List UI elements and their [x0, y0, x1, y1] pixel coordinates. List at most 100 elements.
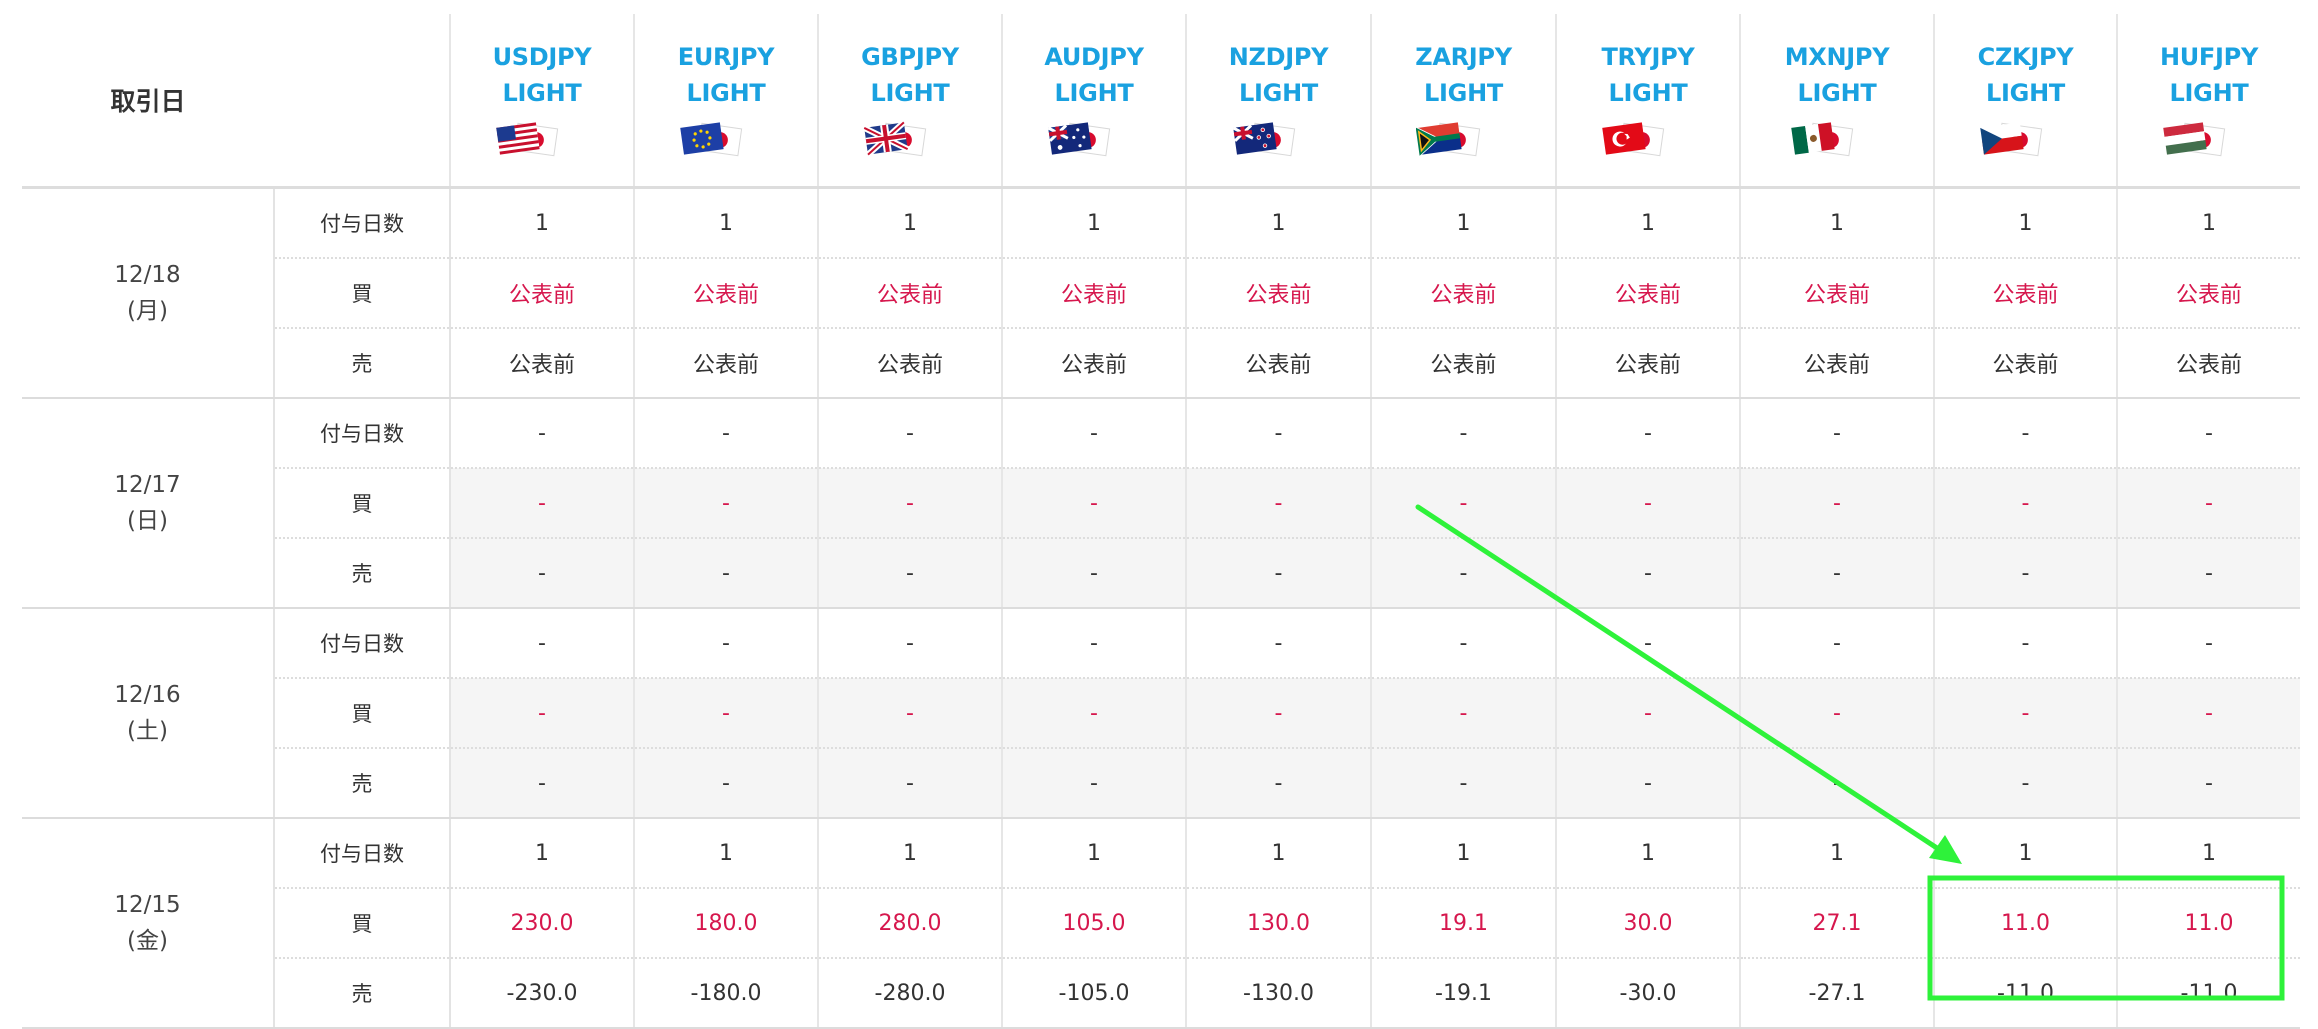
sell-value-cell: - — [1185, 538, 1371, 609]
buy-value-cell: - — [449, 678, 634, 749]
sell-value-cell: - — [633, 748, 818, 819]
days-label: 付与日数 — [274, 187, 451, 259]
pair-name-line2: LIGHT — [2169, 79, 2249, 107]
buy-value-cell: 180.0 — [633, 888, 818, 959]
buy-value-cell: 11.0 — [2116, 888, 2300, 959]
buy-label: 買 — [274, 678, 451, 749]
pair-name-line1: USDJPY — [492, 43, 592, 71]
days-value-cell: - — [1933, 398, 2117, 469]
buy-value-cell: 公表前 — [449, 258, 634, 329]
pair-name-line1: NZDJPY — [1228, 43, 1329, 71]
pair-name-line1: ZARJPY — [1415, 43, 1512, 71]
sell-value-cell: - — [449, 748, 634, 819]
buy-value-cell: 19.1 — [1370, 888, 1556, 959]
days-value-cell: 1 — [1370, 187, 1556, 259]
pair-name-line1: CZKJPY — [1977, 43, 2074, 71]
trade-date: 12/16 — [114, 682, 181, 708]
sell-value-cell: 公表前 — [1933, 328, 2117, 399]
buy-value-cell: 公表前 — [1370, 258, 1556, 329]
days-value-cell: 1 — [1185, 187, 1371, 259]
pair-header-gbpjpy[interactable]: GBPJPY LIGHT — [817, 14, 1002, 189]
header-row: 取引日 USDJPY LIGHT EURJPY LIGHT GBPJPY LIG… — [22, 14, 2300, 189]
sell-value-cell: - — [1555, 538, 1740, 609]
days-value-cell: 1 — [1739, 187, 1934, 259]
days-value-cell: - — [633, 608, 818, 679]
sell-value-cell: 公表前 — [633, 328, 818, 399]
buy-label: 買 — [274, 468, 451, 539]
sell-value-cell: - — [2116, 538, 2300, 609]
buy-row: 買 230.0 180.0 280.0 105.0 130.0 19.1 30.0 27.1 11… — [22, 888, 2300, 959]
sell-value-cell: - — [1370, 538, 1556, 609]
sell-value-cell: - — [1739, 538, 1934, 609]
days-value-cell: 1 — [2116, 187, 2300, 259]
sell-row: 売---------- — [22, 748, 2300, 819]
days-row: 12/18 (月) 付与日数 1 1 1 1 1 1 1 1 1 1 — [22, 187, 2300, 399]
buy-value-cell: 公表前 — [1185, 258, 1371, 329]
days-row: 12/17 (日) 付与日数 - - - - - - - - - - — [22, 398, 2300, 609]
days-value-cell: 1 — [449, 187, 634, 259]
days-value-cell: 1 — [633, 818, 818, 889]
pair-header-nzdjpy[interactable]: NZDJPY LIGHT — [1185, 14, 1371, 189]
pair-header-zarjpy[interactable]: ZARJPY LIGHT — [1370, 14, 1556, 189]
sell-value-cell: - — [817, 748, 1002, 819]
sell-row: 売公表前 公表前 公表前 公表前 公表前 公表前 公表前 公表前 公表前 公表前 — [22, 328, 2300, 399]
buy-value-cell: - — [1933, 468, 2117, 539]
buy-value-cell: 公表前 — [2116, 258, 2300, 329]
eu-jp-flags-icon — [680, 122, 743, 157]
sell-value-cell: - — [1185, 748, 1371, 819]
pair-header-usdjpy[interactable]: USDJPY LIGHT — [449, 14, 634, 189]
buy-value-cell: - — [2116, 678, 2300, 749]
pair-name-line2: LIGHT — [502, 79, 582, 107]
us-jp-flags-icon — [496, 122, 559, 157]
trade-date: 12/18 — [114, 262, 181, 288]
pair-name-line2: LIGHT — [1054, 79, 1134, 107]
days-value-cell: - — [1185, 608, 1371, 679]
pair-name-line1: AUDJPY — [1044, 43, 1144, 71]
tr-jp-flags-icon — [1602, 122, 1665, 157]
days-value-cell: - — [2116, 608, 2300, 679]
pair-name-line1: EURJPY — [677, 43, 775, 71]
sell-row: 売---------- — [22, 538, 2300, 609]
buy-value-cell: - — [449, 468, 634, 539]
sell-value-cell: 公表前 — [1001, 328, 1186, 399]
trade-date-cell: 12/15 (金) — [22, 818, 275, 1029]
trade-weekday: (土) — [127, 718, 168, 744]
pair-header-audjpy[interactable]: AUDJPY LIGHT — [1001, 14, 1186, 189]
sell-value-cell: - — [1933, 538, 2117, 609]
days-value-cell: - — [2116, 398, 2300, 469]
swap-point-table: 取引日 USDJPY LIGHT EURJPY LIGHT GBPJPY LIG… — [22, 14, 2300, 1029]
pair-name-line2: LIGHT — [1424, 79, 1503, 107]
days-value-cell: - — [1555, 398, 1740, 469]
days-value-cell: - — [817, 398, 1002, 469]
pair-header-tryjpy[interactable]: TRYJPY LIGHT — [1555, 14, 1740, 189]
sell-value-cell: - — [449, 538, 634, 609]
buy-value-cell: - — [1185, 468, 1371, 539]
sell-value-cell: 公表前 — [1739, 328, 1934, 399]
pair-header-mxnjpy[interactable]: MXNJPY LIGHT — [1739, 14, 1934, 189]
days-value-cell: - — [1739, 608, 1934, 679]
trade-weekday: (日) — [127, 508, 168, 534]
pair-name-line2: LIGHT — [1797, 79, 1877, 107]
trade-date-cell: 12/16 (土) — [22, 608, 275, 819]
buy-value-cell: - — [1739, 468, 1934, 539]
pair-header-eurjpy[interactable]: EURJPY LIGHT — [633, 14, 818, 189]
days-value-cell: 1 — [1555, 187, 1740, 259]
buy-label: 買 — [274, 888, 451, 959]
pair-header-hufjpy[interactable]: HUFJPY LIGHT — [2116, 14, 2300, 189]
days-value-cell: - — [1370, 608, 1556, 679]
table-body: 12/18 (月) 付与日数 1 1 1 1 1 1 1 1 1 1 買公表前 公表前 公表前 公表前 公表前 公表… — [22, 187, 2300, 1029]
days-row: 12/15 (金) 付与日数 1 1 1 1 1 1 1 1 1 1 — [22, 818, 2300, 1029]
pair-name-line2: LIGHT — [686, 79, 766, 107]
trade-date-header: 取引日 — [22, 14, 274, 189]
sell-value-cell: - — [1001, 748, 1186, 819]
buy-value-cell: - — [1185, 678, 1371, 749]
sell-value-cell: 公表前 — [1555, 328, 1740, 399]
days-label: 付与日数 — [274, 608, 451, 679]
buy-value-cell: 公表前 — [817, 258, 1002, 329]
buy-label: 買 — [274, 258, 451, 329]
pair-header-czkjpy[interactable]: CZKJPY LIGHT — [1933, 14, 2117, 189]
days-value-cell: 1 — [1739, 818, 1934, 889]
buy-value-cell: 公表前 — [1001, 258, 1186, 329]
buy-row: 買---------- — [22, 468, 2300, 539]
days-value-cell: - — [817, 608, 1002, 679]
